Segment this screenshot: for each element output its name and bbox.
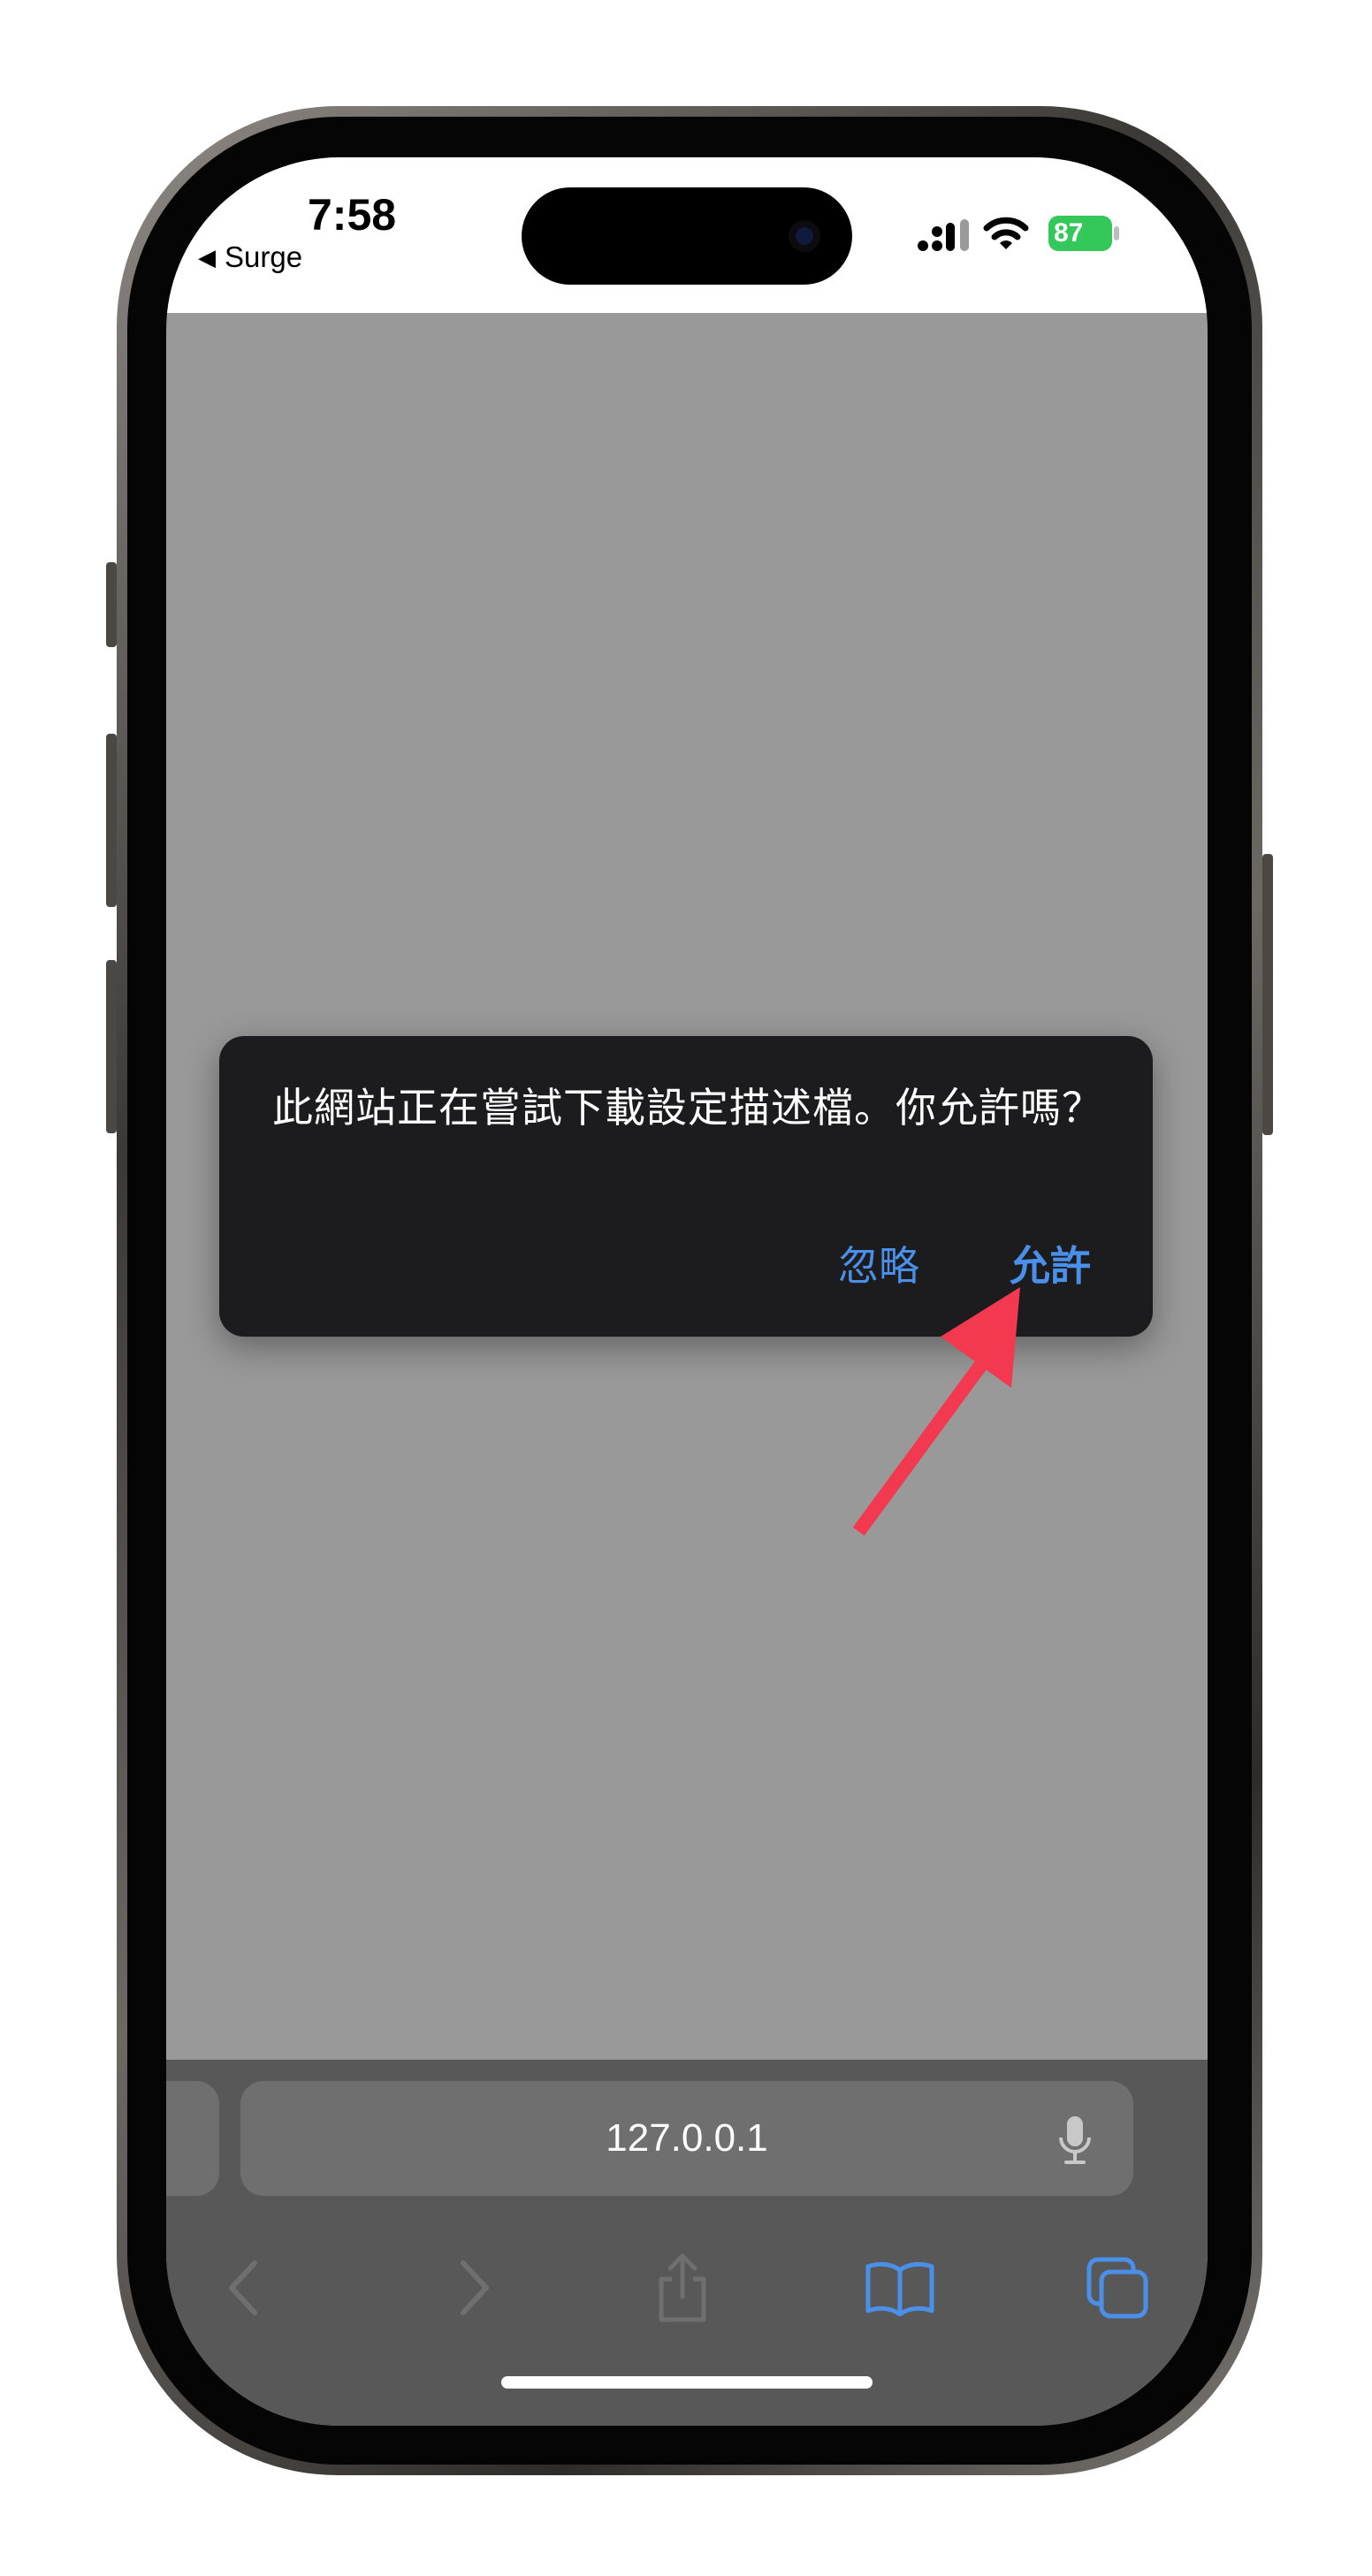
forward-arrow-icon: [461, 2260, 489, 2315]
front-camera: [789, 220, 820, 252]
bookmarks-button[interactable]: [865, 2252, 935, 2323]
url-text: 127.0.0.1: [606, 2116, 768, 2160]
tabs-button[interactable]: [1082, 2252, 1153, 2323]
tabs-icon: [1086, 2257, 1148, 2319]
signal-icon: [918, 219, 969, 251]
status-time: 7:58: [308, 190, 397, 240]
wifi-icon: [983, 217, 1029, 249]
share-icon: [659, 2253, 706, 2322]
forward-button[interactable]: [438, 2252, 509, 2323]
microphone-icon[interactable]: [1057, 2115, 1093, 2166]
dynamic-island: [522, 187, 852, 285]
volume-up-button: [106, 734, 117, 907]
share-button[interactable]: [647, 2252, 718, 2323]
back-app-label: Surge: [225, 240, 303, 273]
allow-button[interactable]: 允許: [1010, 1239, 1091, 1292]
home-indicator: [501, 2376, 873, 2389]
download-profile-alert: 此網站正在嘗試下載設定描述檔。你允許嗎？ 忽略 允許: [219, 1036, 1153, 1337]
power-button: [1262, 854, 1273, 1135]
status-bar: 7:58 ◀ Surge 87: [166, 157, 1208, 313]
volume-down-button: [106, 960, 117, 1133]
previous-tab-address-bar[interactable]: [166, 2081, 219, 2196]
address-bar[interactable]: 127.0.0.1: [240, 2081, 1133, 2196]
battery-level: 87: [1054, 218, 1084, 248]
bookmarks-icon: [865, 2261, 934, 2316]
battery-icon: 87: [1048, 216, 1112, 251]
phone-screen: 7:58 ◀ Surge 87 此網站正在嘗試下載設定描述檔。你允許嗎？ 忽略 …: [166, 157, 1208, 2426]
alert-message: 此網站正在嘗試下載設定描述檔。你允許嗎？: [272, 1084, 1103, 1132]
safari-toolbar: 127.0.0.1: [166, 2060, 1208, 2426]
back-arrow-icon: [229, 2260, 257, 2315]
back-triangle-icon: ◀: [198, 243, 216, 271]
action-button: [106, 562, 117, 647]
back-button[interactable]: [209, 2252, 279, 2323]
ignore-button[interactable]: 忽略: [838, 1239, 919, 1292]
battery-cap: [1114, 226, 1119, 240]
back-to-app-link[interactable]: ◀ Surge: [198, 240, 302, 274]
